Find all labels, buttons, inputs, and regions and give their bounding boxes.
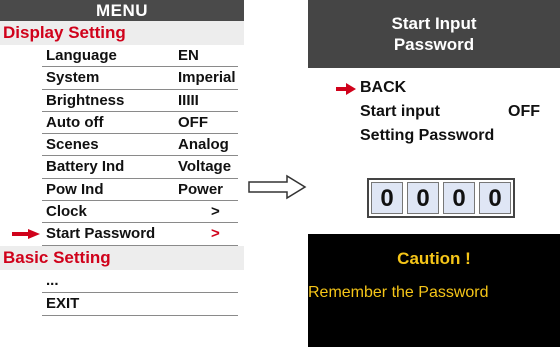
menu-item-value: OFF	[178, 113, 208, 131]
start-input-label: Start input	[360, 103, 440, 120]
menu-item-label: Clock	[46, 203, 87, 221]
menu-title: MENU	[0, 0, 244, 21]
menu-item-more[interactable]: ...	[42, 270, 238, 293]
menu-item-scenes[interactable]: Scenes Analog	[42, 134, 238, 157]
password-digit[interactable]: 0	[443, 182, 475, 214]
menu-item-label: System	[46, 69, 100, 87]
right-arrow-icon	[336, 83, 356, 95]
menu-item-label: Start Password	[46, 225, 156, 243]
header-title-line2: Password	[393, 35, 475, 54]
password-screen-header: Start Input Password	[308, 0, 560, 68]
setting-password-label: Setting Password	[360, 127, 495, 144]
section-basic-setting[interactable]: Basic Setting	[0, 245, 244, 270]
header-title-line1: Start Input	[391, 14, 477, 33]
menu-item-value: Imperial	[178, 69, 236, 87]
menu-item-value: IIIII	[178, 91, 199, 109]
menu-item-label: Brightness	[46, 91, 125, 109]
start-input-option[interactable]: Start input OFF	[360, 103, 550, 121]
caution-panel: Caution ! Remember the Password	[308, 234, 560, 347]
menu-item-label: Pow Ind	[46, 180, 104, 198]
password-screen: Start Input Password BACK Start input OF…	[308, 0, 560, 347]
right-arrow-icon	[12, 229, 40, 240]
menu-item-auto-off[interactable]: Auto off OFF	[42, 112, 238, 135]
menu-item-value: Power	[178, 180, 224, 198]
menu-item-value: Analog	[178, 136, 229, 154]
menu-item-value: Voltage	[178, 158, 232, 176]
back-label: BACK	[360, 79, 407, 96]
menu-item-label: ...	[46, 271, 59, 289]
caution-title: Caution !	[397, 249, 471, 268]
menu-screen: MENU Display Setting Language EN System …	[0, 0, 244, 347]
menu-item-label: EXIT	[46, 294, 80, 312]
menu-item-label: Scenes	[46, 136, 99, 154]
password-digit[interactable]: 0	[479, 182, 511, 214]
section-display-setting[interactable]: Display Setting	[0, 21, 244, 45]
flow-arrow-icon	[248, 174, 307, 200]
password-digit[interactable]: 0	[407, 182, 439, 214]
menu-item-start-password[interactable]: Start Password >	[12, 223, 238, 246]
menu-item-battery-ind[interactable]: Battery Ind Voltage	[42, 156, 238, 179]
menu-item-system[interactable]: System Imperial	[42, 67, 238, 90]
menu-item-label: Language	[46, 47, 117, 64]
menu-item-brightness[interactable]: Brightness IIIII	[42, 90, 238, 112]
menu-item-value: EN	[178, 47, 199, 64]
menu-item-label: Battery Ind	[46, 158, 125, 176]
chevron-right-icon: >	[211, 203, 220, 221]
start-input-value: OFF	[508, 103, 540, 120]
setting-password-option[interactable]: Setting Password	[360, 127, 494, 145]
menu-item-exit[interactable]: EXIT	[42, 293, 238, 316]
password-digits: 0 0 0 0	[367, 178, 515, 218]
chevron-right-icon: >	[211, 225, 220, 243]
menu-item-pow-ind[interactable]: Pow Ind Power	[42, 179, 238, 202]
caution-message: Remember the Password	[308, 284, 489, 301]
menu-item-label: Auto off	[46, 113, 104, 131]
menu-item-clock[interactable]: Clock >	[42, 201, 238, 224]
password-digit[interactable]: 0	[371, 182, 403, 214]
back-option[interactable]: BACK	[360, 79, 406, 97]
menu-item-language[interactable]: Language EN	[42, 45, 238, 68]
